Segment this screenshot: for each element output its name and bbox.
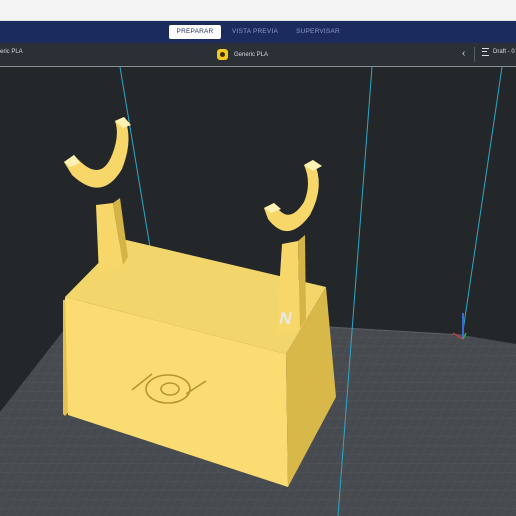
tab-preview[interactable]: VISTA PREVIA	[227, 25, 283, 39]
print-settings-icon	[482, 48, 489, 56]
material-label: Generic PLA	[234, 51, 269, 58]
material-badge-icon	[217, 49, 228, 60]
material-selector[interactable]: Generic PLA	[217, 48, 268, 61]
tab-monitor[interactable]: SUPERVISAR	[289, 25, 347, 39]
toolbar: eric PLA Generic PLA ‹ Draft - 0	[0, 43, 516, 67]
toolbar-divider	[474, 47, 475, 62]
window-top-strip	[0, 0, 516, 21]
material-selector-left[interactable]: eric PLA	[0, 49, 23, 55]
3d-viewport[interactable]: N	[0, 66, 516, 516]
tab-prepare[interactable]: PREPARAR	[169, 25, 221, 39]
chevron-left-icon[interactable]: ‹	[462, 49, 465, 59]
profile-label: Draft - 0	[493, 49, 515, 55]
stage-bar: PREPARAR VISTA PREVIA SUPERVISAR	[0, 21, 516, 43]
print-settings-button[interactable]: Draft - 0	[482, 48, 515, 56]
